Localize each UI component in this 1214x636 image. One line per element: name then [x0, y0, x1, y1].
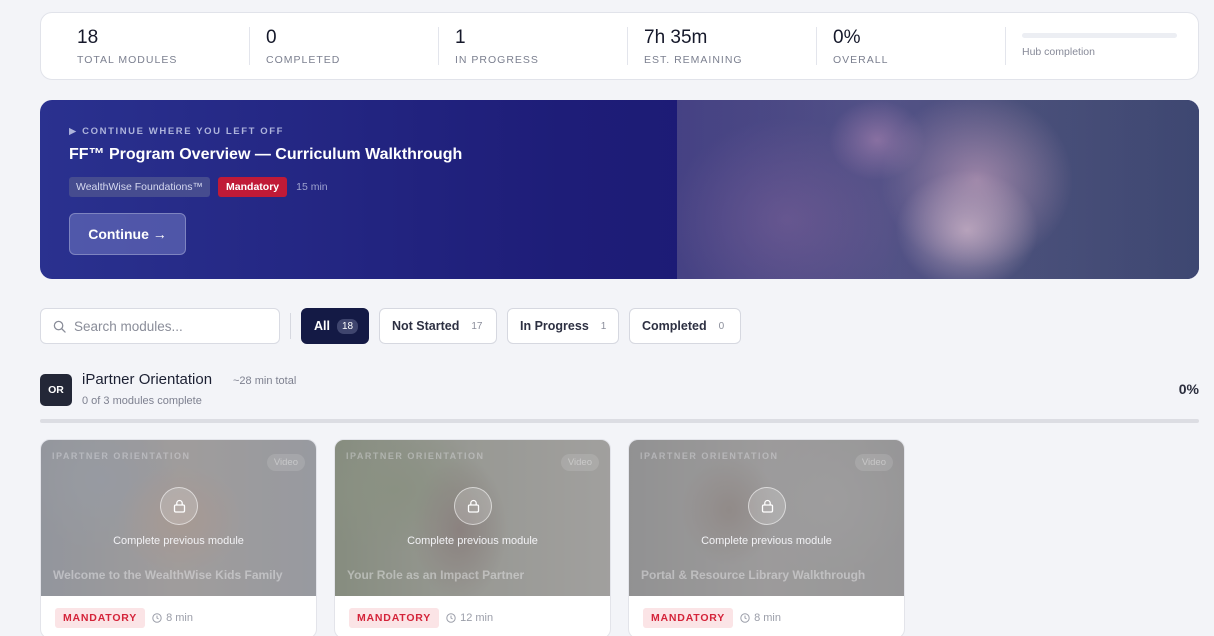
stat-completed: 0 COMPLETED: [266, 27, 441, 66]
filter-count: 18: [336, 318, 359, 334]
lock-icon: [454, 487, 492, 525]
mandatory-pill: MANDATORY: [349, 608, 440, 628]
section-progress-bar: [40, 419, 1199, 423]
section-progress-text: 0 of 3 modules complete: [82, 395, 202, 407]
card-title: Welcome to the WealthWise Kids Family: [53, 568, 283, 582]
stat-value: 0: [266, 27, 277, 48]
card-type-badge: Video: [266, 454, 305, 471]
section-title: iPartner Orientation: [82, 371, 213, 388]
module-card[interactable]: IPARTNER ORIENTATION Video Complete prev…: [628, 439, 905, 636]
clock-icon: [740, 613, 750, 623]
card-title: Your Role as an Impact Partner: [347, 568, 525, 582]
hero-title: FF™ Program Overview — Curriculum Walkth…: [69, 146, 463, 163]
locked-message: Complete previous module: [407, 535, 538, 547]
stat-label: EST. REMAINING: [644, 54, 743, 66]
card-title: Portal & Resource Library Walkthrough: [641, 568, 866, 582]
divider: [1005, 27, 1006, 65]
card-footer: MANDATORY 12 min: [349, 608, 493, 628]
filter-completed[interactable]: Completed 0: [629, 308, 741, 344]
card-type-badge: Video: [560, 454, 599, 471]
filter-label: In Progress: [520, 319, 589, 333]
stat-est-remaining: 7h 35m EST. REMAINING: [644, 27, 819, 66]
stat-label: TOTAL MODULES: [77, 54, 178, 66]
locked-message: Complete previous module: [701, 535, 832, 547]
stat-value: 7h 35m: [644, 27, 708, 48]
lock-icon: [748, 487, 786, 525]
search-icon: [53, 320, 66, 333]
stat-in-progress: 1 IN PROGRESS: [455, 27, 630, 66]
filter-label: All: [314, 319, 330, 333]
stat-label: OVERALL: [833, 54, 889, 66]
stat-label: IN PROGRESS: [455, 54, 539, 66]
lock-icon: [160, 487, 198, 525]
filter-count: 17: [471, 320, 483, 332]
continue-button[interactable]: Continue →: [69, 213, 186, 255]
section-badge: OR: [40, 374, 72, 406]
mandatory-tag: Mandatory: [218, 177, 288, 197]
search-box[interactable]: [40, 308, 280, 344]
clock-icon: [152, 613, 162, 623]
filter-not-started[interactable]: Not Started 17: [379, 308, 497, 344]
divider: [438, 27, 439, 65]
card-category: IPARTNER ORIENTATION: [52, 451, 191, 461]
hub-progress-bar: [1022, 33, 1177, 38]
stat-value: 1: [455, 27, 466, 48]
hub-completion-label: Hub completion: [1022, 46, 1095, 58]
stats-bar: 18 TOTAL MODULES 0 COMPLETED 1 IN PROGRE…: [40, 12, 1199, 80]
stat-total-modules: 18 TOTAL MODULES: [77, 27, 252, 66]
card-duration: 12 min: [460, 612, 494, 624]
duration-label: 15 min: [296, 181, 328, 193]
stat-label: COMPLETED: [266, 54, 341, 66]
search-input[interactable]: [74, 318, 264, 334]
hero-tags: WealthWise Foundations™ Mandatory 15 min: [69, 177, 328, 197]
filter-in-progress[interactable]: In Progress 1: [507, 308, 619, 344]
locked-message: Complete previous module: [113, 535, 244, 547]
stat-value: 0%: [833, 27, 861, 48]
divider: [816, 27, 817, 65]
section-percent: 0%: [1178, 381, 1199, 397]
card-type-badge: Video: [854, 454, 893, 471]
mandatory-pill: MANDATORY: [643, 608, 734, 628]
filter-count: 1: [600, 320, 607, 332]
card-category: IPARTNER ORIENTATION: [346, 451, 485, 461]
card-category: IPARTNER ORIENTATION: [640, 451, 779, 461]
hero-eyebrow: ▶ CONTINUE WHERE YOU LEFT OFF: [69, 126, 285, 137]
filter-divider: [290, 313, 291, 339]
card-duration: 8 min: [754, 612, 781, 624]
mandatory-pill: MANDATORY: [55, 608, 146, 628]
module-card[interactable]: IPARTNER ORIENTATION Video Complete prev…: [334, 439, 611, 636]
card-footer: MANDATORY 8 min: [55, 608, 193, 628]
card-footer: MANDATORY 8 min: [643, 608, 781, 628]
filter-label: Completed: [642, 319, 707, 333]
card-duration: 8 min: [166, 612, 193, 624]
program-tag: WealthWise Foundations™: [69, 177, 211, 197]
stat-value: 18: [77, 27, 99, 48]
divider: [627, 27, 628, 65]
filter-all[interactable]: All 18: [301, 308, 369, 344]
stat-overall: 0% OVERALL: [833, 27, 1008, 66]
continue-hero-banner: ▶ CONTINUE WHERE YOU LEFT OFF FF™ Progra…: [40, 100, 1199, 279]
section-total-time: ~28 min total: [233, 375, 297, 387]
filter-label: Not Started: [392, 319, 460, 333]
clock-icon: [446, 613, 456, 623]
hero-child-photo: [677, 100, 1199, 279]
module-card[interactable]: IPARTNER ORIENTATION Video Complete prev…: [40, 439, 317, 636]
hub-completion: Hub completion: [1022, 33, 1177, 58]
filter-count: 0: [718, 320, 725, 332]
play-icon: ▶: [69, 126, 78, 137]
divider: [249, 27, 250, 65]
